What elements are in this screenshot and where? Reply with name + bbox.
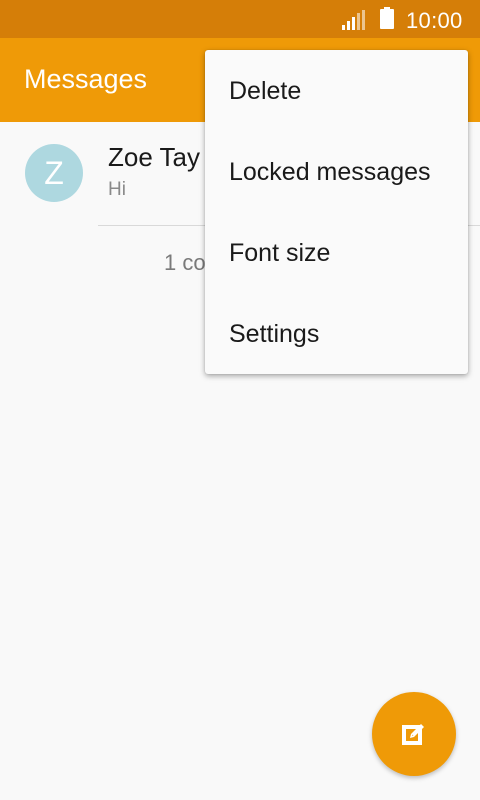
- app-title: Messages: [24, 64, 148, 94]
- status-clock: 10:00: [406, 8, 463, 33]
- conversation-count: 1 co: [164, 250, 206, 275]
- menu-item-label: Font size: [229, 239, 331, 267]
- menu-item-label: Delete: [229, 77, 302, 105]
- menu-item-label: Locked messages: [229, 158, 431, 186]
- avatar[interactable]: Z: [25, 144, 83, 202]
- conversation-preview: Hi: [108, 179, 126, 200]
- menu-item-label: Settings: [229, 320, 320, 348]
- signal-icon: [342, 10, 365, 30]
- menu-item-locked-messages[interactable]: Locked messages: [205, 133, 468, 214]
- status-bar: 10:00: [0, 0, 480, 38]
- compose-button[interactable]: [372, 692, 456, 776]
- menu-item-font-size[interactable]: Font size: [205, 214, 468, 295]
- overflow-menu: Delete Locked messages Font size Setting…: [205, 50, 468, 374]
- battery-icon: [380, 7, 394, 29]
- menu-item-settings[interactable]: Settings: [205, 295, 468, 376]
- conversation-name: Zoe Tay: [108, 142, 201, 172]
- menu-item-delete[interactable]: Delete: [205, 52, 468, 133]
- compose-icon: [402, 724, 424, 745]
